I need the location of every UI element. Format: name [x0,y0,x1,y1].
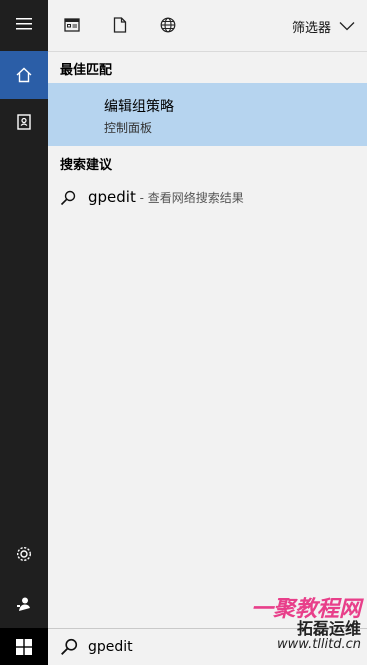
filters-label: 筛选器 [291,20,331,36]
feedback-button[interactable] [0,580,48,628]
windows-logo-icon [16,638,32,655]
suggestion-item[interactable]: gpedit - 查看网络搜索结果 [48,184,367,212]
feedback-person-icon [17,597,30,611]
filter-bar: 筛选器 [48,0,367,52]
documents-filter-button[interactable] [108,13,132,37]
best-match-result[interactable]: 编辑组策略 控制面板 [48,83,367,146]
search-suggestions-heading: 搜索建议 [60,158,113,173]
apps-filter-button[interactable] [60,13,84,37]
result-subtitle: 控制面板 [104,121,153,135]
suggestion-hint: - 查看网络搜索结果 [135,191,244,205]
start-button[interactable] [0,628,48,665]
watermark-line1: 一聚教程网 [250,597,361,622]
suggestion-query: gpedit [88,188,136,206]
documents-icon [113,17,127,33]
search-icon [61,638,78,655]
hamburger-menu-button[interactable] [0,0,48,48]
home-icon [16,67,32,83]
filters-dropdown[interactable]: 筛选器 [292,14,355,38]
apps-icon [64,18,80,32]
search-icon [60,190,76,206]
best-match-heading: 最佳匹配 [60,63,113,78]
watermark: 一聚教程网 拓磊运维 www.tllitd.cn [251,598,361,652]
settings-button[interactable] [0,530,48,578]
chevron-down-icon [339,22,355,31]
notebook-icon [17,114,31,130]
hamburger-menu-icon [16,18,32,30]
watermark-line2: 拓磊运维 [296,619,361,639]
web-filter-button[interactable] [156,13,180,37]
notebook-button[interactable] [0,98,48,146]
watermark-line3: www.tllitd.cn [277,636,361,652]
search-panel: 筛选器 最佳匹配 编辑组策略 控制面板 搜索建议 gpedit - 查看网络搜索… [48,0,367,628]
result-title: 编辑组策略 [104,99,174,115]
web-globe-icon [160,17,176,33]
home-button[interactable] [0,51,48,99]
search-input[interactable] [88,635,228,659]
start-rail [0,0,48,628]
settings-gear-icon [16,546,32,562]
